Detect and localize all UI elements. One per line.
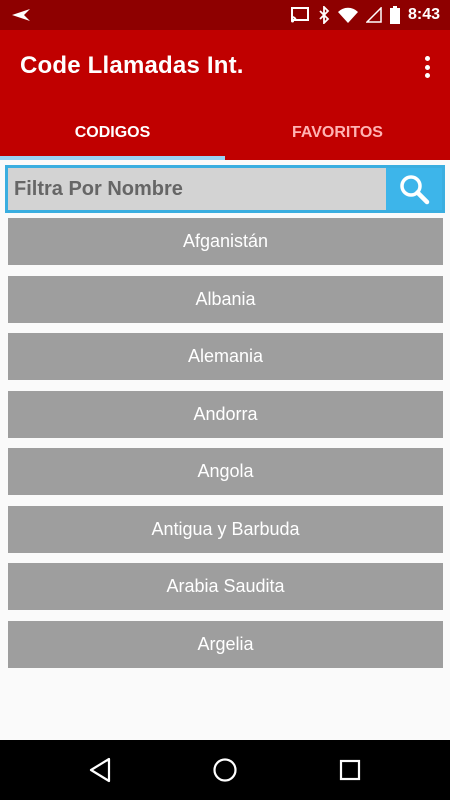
list-item[interactable]: Andorra: [8, 390, 443, 438]
recents-icon: [339, 759, 361, 781]
list-item[interactable]: Albania: [8, 275, 443, 323]
navigation-bar: [0, 740, 450, 800]
bluetooth-icon: [319, 6, 330, 24]
status-icons: 8:43: [290, 0, 440, 30]
menu-dot: [424, 56, 430, 61]
menu-dot: [424, 73, 430, 78]
tab-bar: CODIGOS FAVORITOS: [0, 105, 450, 160]
app-title: Code Llamadas Int.: [20, 52, 244, 79]
status-bar: 8:43: [0, 0, 450, 30]
tab-label: FAVORITOS: [292, 123, 383, 141]
cast-icon: [290, 7, 309, 23]
back-arrow-icon: [12, 9, 30, 21]
list-item[interactable]: Antigua y Barbuda: [8, 505, 443, 553]
list-item[interactable]: Arabia Saudita: [8, 563, 443, 610]
list-item[interactable]: Alemania: [8, 333, 443, 380]
back-icon: [89, 757, 111, 783]
tab-codigos[interactable]: CODIGOS: [0, 105, 225, 160]
tab-label: CODIGOS: [74, 123, 151, 141]
tab-indicator: [0, 156, 225, 160]
home-icon: [213, 758, 237, 782]
nav-back-button[interactable]: [85, 755, 115, 785]
signal-icon: [365, 7, 382, 23]
nav-recents-button[interactable]: [335, 755, 365, 785]
search-bar: [5, 165, 445, 213]
search-button[interactable]: [386, 168, 442, 210]
menu-dot: [424, 64, 430, 70]
tab-favoritos[interactable]: FAVORITOS: [225, 105, 450, 160]
more-vert-icon[interactable]: [422, 52, 432, 82]
nav-home-button[interactable]: [210, 755, 240, 785]
list-item[interactable]: Angola: [8, 448, 443, 495]
list-item[interactable]: Afganistán: [8, 218, 443, 265]
battery-icon: [389, 6, 400, 24]
wifi-icon: [337, 7, 358, 23]
search-icon: [400, 175, 430, 205]
list-item[interactable]: Argelia: [8, 620, 443, 668]
status-time: 8:43: [407, 6, 440, 23]
app-bar: Code Llamadas Int.: [0, 30, 450, 105]
country-list: Afganistán Albania Alemania Andorra Ango…: [8, 218, 443, 678]
search-input[interactable]: [8, 168, 386, 210]
